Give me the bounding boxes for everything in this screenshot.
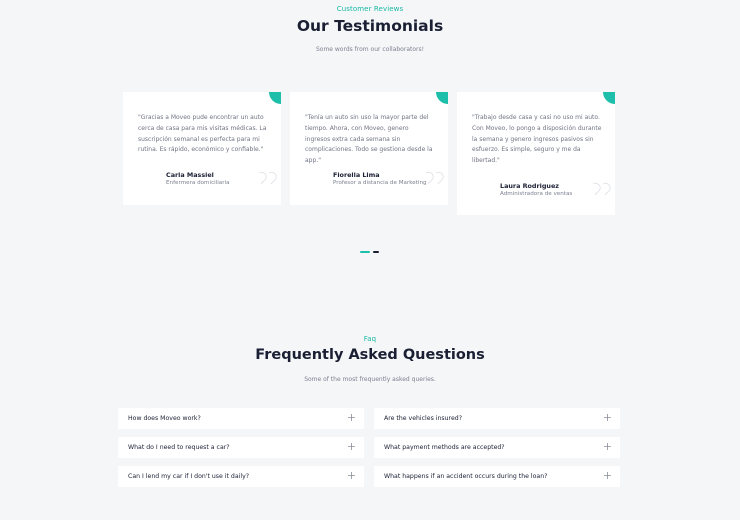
testimonials-eyebrow: Customer Reviews bbox=[336, 5, 404, 13]
testimonial-author-name: Fiorella Lima bbox=[333, 171, 380, 179]
card-accent-corner bbox=[603, 92, 615, 104]
plus-icon[interactable] bbox=[347, 413, 356, 422]
testimonials-title: Our Testimonials bbox=[296, 17, 444, 35]
plus-icon[interactable] bbox=[603, 413, 612, 422]
testimonial-author-role: Enfermera domiciliaria bbox=[166, 180, 230, 186]
faq-item[interactable]: Are the vehicles insured? bbox=[374, 408, 620, 429]
testimonials-subtitle: Some words from our collaborators! bbox=[315, 46, 425, 53]
slider-dot-active[interactable] bbox=[360, 251, 370, 253]
faq-question: What payment methods are accepted? bbox=[384, 444, 505, 451]
faq-title: Frequently Asked Questions bbox=[255, 347, 485, 363]
quote-icon bbox=[425, 171, 444, 185]
plus-icon[interactable] bbox=[603, 442, 612, 451]
faq-question: Are the vehicles insured? bbox=[384, 415, 462, 422]
faq-eyebrow: Faq bbox=[363, 335, 377, 343]
testimonial-author-role: Administradora de ventas bbox=[500, 191, 573, 197]
faq-item[interactable]: What do I need to request a car? bbox=[118, 437, 364, 458]
testimonial-card: "Trabajo desde casa y casi no uso mi aut… bbox=[457, 92, 615, 215]
testimonial-quote: "Trabajo desde casa y casi no uso mi aut… bbox=[472, 114, 602, 165]
testimonial-author-role: Profesor a distancia de Marketing bbox=[333, 180, 427, 186]
testimonial-card: "Tenía un auto sin uso la mayor parte de… bbox=[290, 92, 448, 205]
testimonial-card: "Gracias a Moveo pude encontrar un auto … bbox=[123, 92, 281, 205]
faq-question: Can I lend my car if I don't use it dail… bbox=[128, 473, 250, 480]
faq-item[interactable]: What payment methods are accepted? bbox=[374, 437, 620, 458]
faq-question: What do I need to request a car? bbox=[128, 444, 230, 451]
quote-icon bbox=[592, 182, 611, 196]
quote-icon bbox=[258, 171, 277, 185]
testimonial-quote: "Tenía un auto sin uso la mayor parte de… bbox=[305, 114, 433, 165]
plus-icon[interactable] bbox=[347, 442, 356, 451]
faq-subtitle: Some of the most frequently asked querie… bbox=[304, 376, 436, 383]
plus-icon[interactable] bbox=[603, 471, 612, 480]
slider-dot[interactable] bbox=[373, 251, 379, 253]
testimonial-author-name: Carla Massiel bbox=[166, 171, 214, 179]
testimonial-author-name: Laura Rodriguez bbox=[500, 182, 560, 190]
faq-question: How does Moveo work? bbox=[128, 415, 201, 422]
faq-item[interactable]: How does Moveo work? bbox=[118, 408, 364, 429]
plus-icon[interactable] bbox=[347, 471, 356, 480]
faq-question: What happens if an accident occurs durin… bbox=[384, 473, 548, 480]
faq-item[interactable]: Can I lend my car if I don't use it dail… bbox=[118, 466, 364, 487]
card-accent-corner bbox=[436, 92, 448, 104]
faq-item[interactable]: What happens if an accident occurs durin… bbox=[374, 466, 620, 487]
card-accent-corner bbox=[269, 92, 281, 104]
testimonial-quote: "Gracias a Moveo pude encontrar un auto … bbox=[138, 114, 267, 154]
